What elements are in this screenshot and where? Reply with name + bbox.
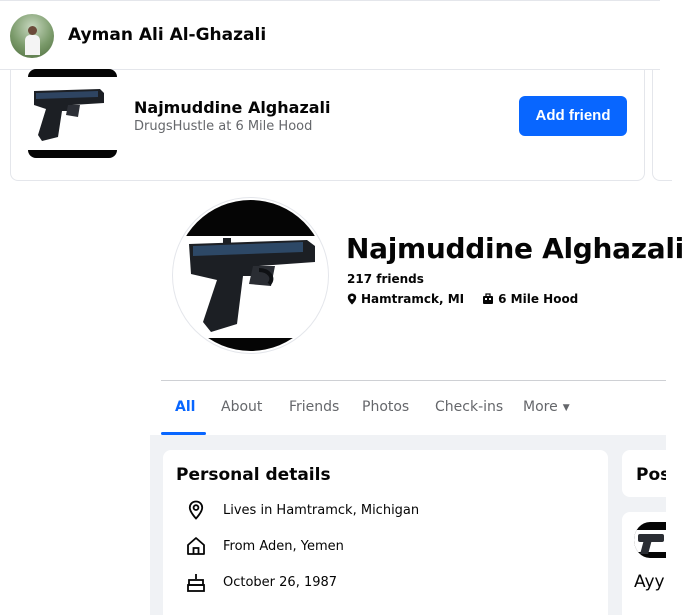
personal-details-title: Personal details	[176, 465, 331, 485]
tab-all[interactable]: All	[175, 399, 195, 415]
location-pin-icon	[188, 500, 204, 520]
detail-from: From Aden, Yemen	[223, 539, 344, 554]
location-pin-icon	[347, 293, 357, 305]
post-author-name[interactable]: Ayy	[634, 572, 670, 592]
tab-friends[interactable]: Friends	[289, 399, 339, 415]
user-avatar[interactable]	[10, 14, 54, 58]
posts-title: Pos	[636, 465, 666, 485]
detail-lives-in: Lives in Hamtramck, Michigan	[223, 503, 420, 518]
friends-count-link[interactable]: 217 friends	[347, 272, 424, 286]
next-suggestion-card-edge	[652, 70, 672, 181]
tabs-divider	[161, 380, 666, 381]
tab-photos[interactable]: Photos	[362, 399, 409, 415]
pistol-image	[34, 89, 104, 141]
caret-down-icon: ▼	[562, 403, 570, 413]
suggestion-subtitle: DrugsHustle at 6 Mile Hood	[134, 119, 313, 134]
pistol-image	[189, 238, 315, 332]
tab-about[interactable]: About	[221, 399, 262, 415]
add-friend-button[interactable]: Add friend	[519, 96, 627, 136]
avatar-figure-body	[25, 35, 40, 55]
profile-name: Najmuddine Alghazali	[346, 232, 684, 265]
home-icon	[187, 537, 205, 555]
suggestion-name[interactable]: Najmuddine Alghazali	[134, 98, 331, 117]
workplace-icon	[483, 293, 494, 304]
profile-location[interactable]: Hamtramck, MI	[361, 292, 464, 306]
suggestion-photo	[28, 77, 117, 150]
profile-workplace[interactable]: 6 Mile Hood	[498, 292, 578, 306]
suggestion-profile-thumbnail[interactable]	[28, 69, 117, 158]
profile-meta-row: Hamtramck, MI 6 Mile Hood	[347, 292, 578, 306]
birthday-cake-icon	[187, 574, 205, 592]
post-author-avatar[interactable]	[634, 522, 666, 558]
avatar-figure-head	[28, 26, 37, 35]
profile-photo-bottom-band	[175, 338, 326, 351]
tab-check-ins[interactable]: Check-ins	[435, 399, 503, 415]
profile-header-bar: Ayman Ali Al-Ghazali	[0, 0, 660, 70]
tab-more[interactable]: More ▼	[523, 399, 570, 415]
profile-picture[interactable]	[173, 198, 328, 353]
detail-birthday: October 26, 1987	[223, 575, 338, 590]
tab-more-label: More	[523, 399, 558, 415]
header-user-name[interactable]: Ayman Ali Al-Ghazali	[68, 25, 266, 45]
